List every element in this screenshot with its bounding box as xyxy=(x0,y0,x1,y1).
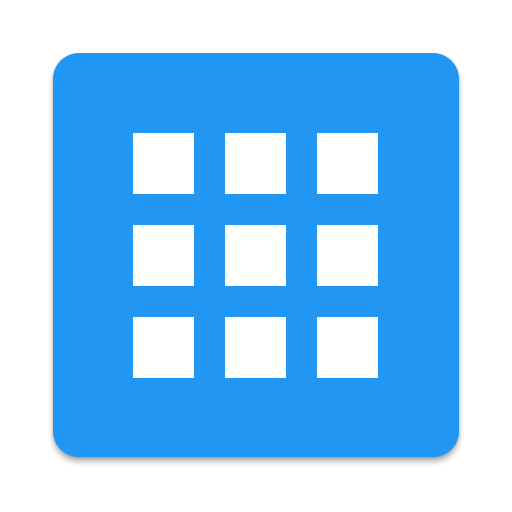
grid-square-icon xyxy=(133,133,194,194)
grid-square-icon xyxy=(133,225,194,286)
grid-square-icon xyxy=(133,317,194,378)
grid-square-icon xyxy=(317,317,378,378)
grid-square-icon xyxy=(225,225,286,286)
grid-square-icon xyxy=(317,225,378,286)
grid-glyph-icon xyxy=(133,133,379,379)
grid-square-icon xyxy=(225,317,286,378)
grid-square-icon xyxy=(225,133,286,194)
grid-square-icon xyxy=(317,133,378,194)
app-grid-icon[interactable] xyxy=(53,53,459,457)
